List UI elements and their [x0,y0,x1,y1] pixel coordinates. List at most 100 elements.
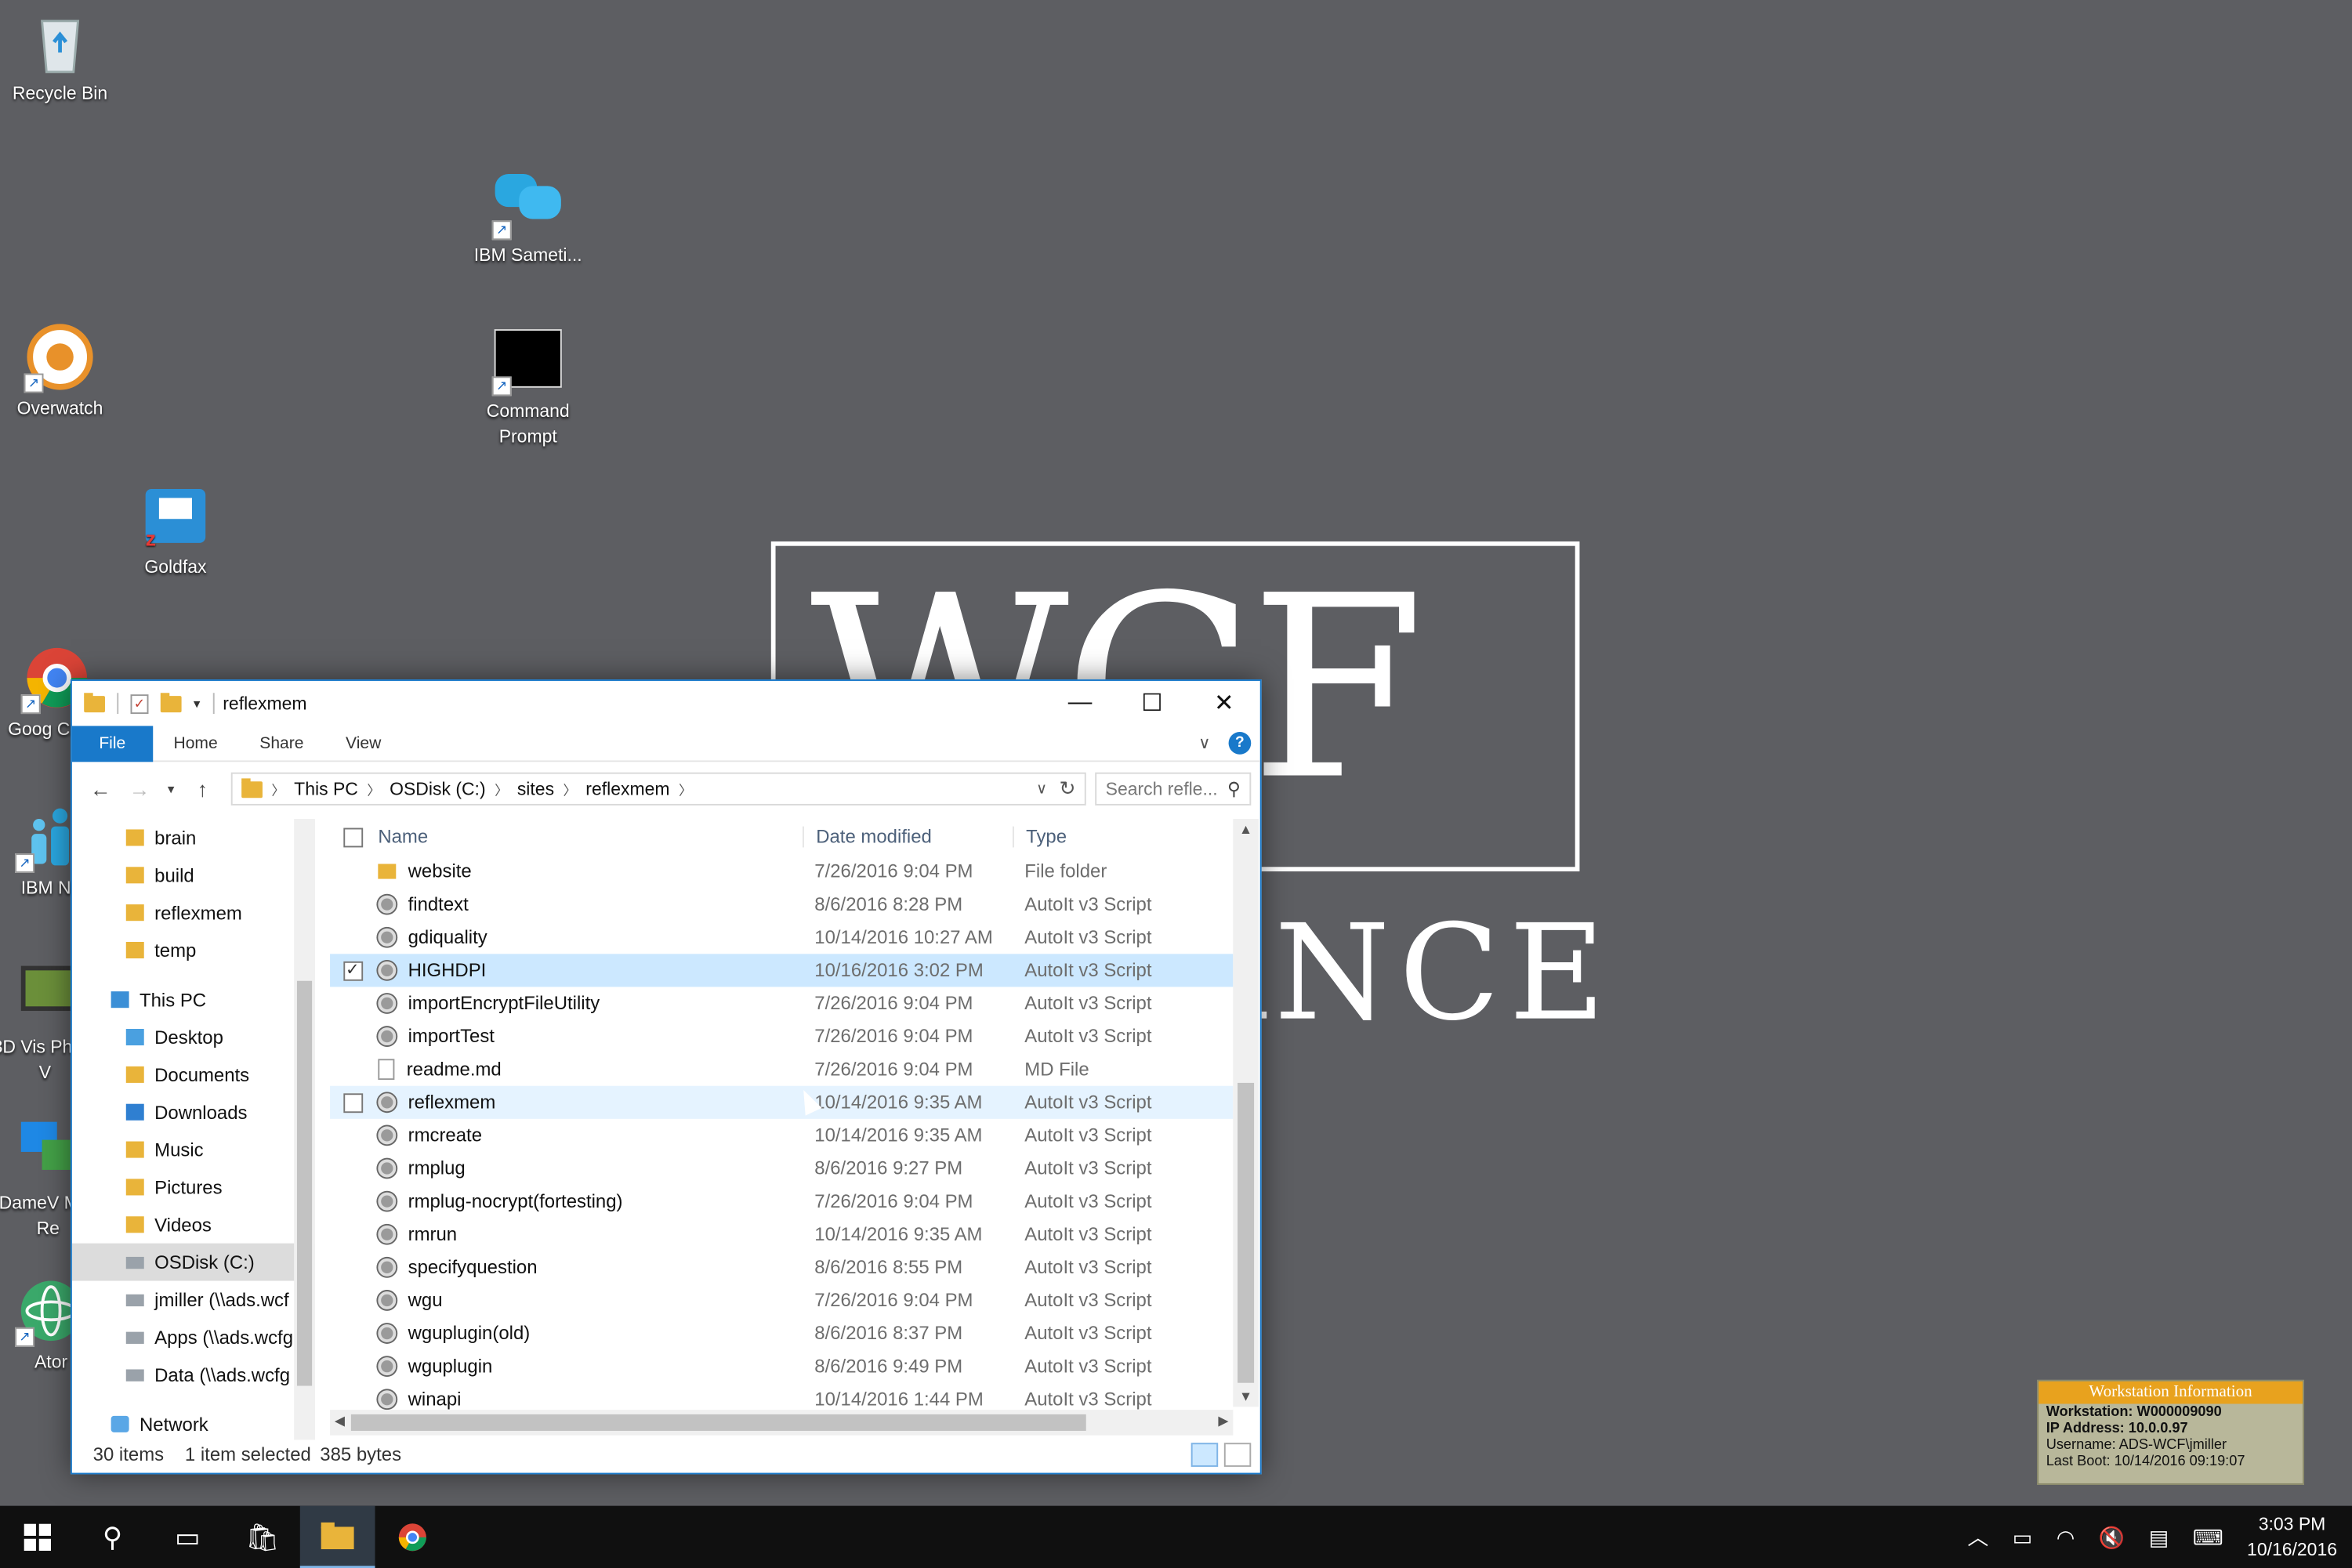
nav-pane-scrollbar[interactable] [294,819,315,1440]
breadcrumb-osdisk[interactable]: OSDisk (C:) [381,778,495,799]
tab-share[interactable]: Share [238,725,324,761]
file-row[interactable]: rmplug 8/6/2016 9:27 PM AutoIt v3 Script [330,1152,1233,1185]
tab-view[interactable]: View [324,725,402,761]
desktop-icon-overwatch[interactable]: ↗ Overwatch [0,321,120,422]
recent-locations-icon[interactable]: ▾ [159,780,183,797]
chevron-right-icon[interactable]: 〉 [679,779,692,798]
chevron-right-icon[interactable]: 〉 [564,779,577,798]
column-header-date[interactable]: Date modified [802,826,1013,848]
pictures-icon [125,1179,144,1196]
search-input[interactable]: Search refle... ⚲ [1095,772,1252,806]
chevron-right-icon[interactable]: 〉 [271,779,284,798]
show-hidden-icons-icon[interactable]: ︿ [1967,1523,1988,1552]
horizontal-scrollbar[interactable]: ◀ ▶ [330,1410,1234,1436]
chevron-down-icon[interactable]: ∨ [1036,780,1047,797]
file-row[interactable]: rmplug-nocrypt(fortesting) 7/26/2016 9:04… [330,1185,1233,1218]
start-button[interactable] [0,1506,75,1568]
file-list-scrollbar[interactable]: ▲ ▼ [1233,819,1259,1407]
search-button[interactable]: ⚲ [75,1506,150,1568]
column-header-name[interactable]: Name [375,827,803,848]
new-folder-icon[interactable] [160,692,182,712]
desktop-icon-ibm-sametime[interactable]: ↗ IBM Sameti... [468,168,588,268]
battery-icon[interactable]: ▭ [2013,1525,2032,1551]
nav-item-jmiller-share[interactable]: jmiller (\\ads.wcf [72,1281,315,1319]
nav-item-brain[interactable]: brain [72,819,315,856]
nav-item-music[interactable]: Music [72,1131,315,1168]
nav-item-network[interactable]: Network [72,1405,315,1439]
nav-item-osdisk[interactable]: OSDisk (C:) [71,1243,315,1281]
nav-item-videos[interactable]: Videos [72,1206,315,1244]
file-row[interactable]: wguplugin 8/6/2016 9:49 PM AutoIt v3 Scrip… [330,1350,1233,1383]
file-row[interactable]: findtext 8/6/2016 8:28 PM AutoIt v3 Script [330,888,1233,921]
nav-item-apps-share[interactable]: Apps (\\ads.wcfg [72,1318,315,1356]
expand-ribbon-icon[interactable]: ∨ [1198,733,1210,753]
file-row[interactable]: rmrun 10/14/2016 9:35 AM AutoIt v3 Script [330,1218,1233,1251]
scrollbar-thumb[interactable] [296,980,313,1386]
action-center-icon[interactable]: ▤ [2149,1525,2169,1551]
scrollbar-thumb[interactable] [350,1414,1086,1431]
file-row[interactable]: rmcreate 10/14/2016 9:35 AM AutoIt v3 Scri… [330,1119,1233,1152]
desktop-icon-recycle-bin[interactable]: Recycle Bin [0,6,120,107]
nav-item-build[interactable]: build [72,856,315,894]
breadcrumb-this-pc[interactable]: This PC [285,778,368,799]
tab-home[interactable]: Home [153,725,239,761]
customize-toolbar-icon[interactable]: ▾ [194,695,201,712]
file-row[interactable]: gdiquality 10/14/2016 10:27 AM AutoIt v3 S… [330,921,1233,954]
file-row[interactable]: wguplugin(old) 8/6/2016 8:37 PM AutoIt v3 … [330,1316,1233,1349]
scroll-right-icon[interactable]: ▶ [1218,1413,1228,1429]
file-row[interactable]: wgu 7/26/2016 9:04 PM AutoIt v3 Script [330,1284,1233,1316]
tab-file[interactable]: File [71,725,153,762]
chrome-taskbar-button[interactable] [375,1506,451,1568]
row-checkbox[interactable]: ✓ [342,960,363,980]
keyboard-icon[interactable]: ⌨ [2193,1525,2223,1551]
file-row[interactable]: reflexmem 10/14/2016 9:35 AM AutoIt v3 Scr… [330,1085,1234,1119]
task-view-button[interactable]: ▭ [150,1506,225,1568]
close-button[interactable]: ✕ [1188,681,1260,726]
address-bar[interactable]: 〉 This PC 〉 OSDisk (C:) 〉 sites 〉 reflex… [230,772,1086,806]
column-header-type[interactable]: Type [1012,826,1233,848]
nav-item-documents[interactable]: Documents [72,1056,315,1093]
scroll-down-icon[interactable]: ▼ [1233,1389,1259,1403]
nav-item-downloads[interactable]: Downloads [72,1093,315,1131]
forward-arrow-icon[interactable]: → [120,777,159,801]
scrollbar-thumb[interactable] [1238,1082,1255,1383]
file-explorer-taskbar-button[interactable] [299,1505,375,1568]
nav-item-desktop[interactable]: Desktop [72,1019,315,1056]
file-name: rmcreate [408,1124,483,1146]
file-row[interactable]: importTest 7/26/2016 9:04 PM AutoIt v3 Scr… [330,1020,1233,1053]
refresh-icon[interactable]: ↻ [1059,777,1075,801]
details-view-icon[interactable] [1190,1443,1219,1467]
row-checkbox[interactable] [342,1092,363,1113]
store-button[interactable]: 🛍 [225,1506,300,1568]
breadcrumb-reflexmem[interactable]: reflexmem [577,778,679,799]
file-row[interactable]: readme.md 7/26/2016 9:04 PM MD File [330,1053,1233,1086]
scroll-up-icon[interactable]: ▲ [1233,822,1259,837]
up-arrow-icon[interactable]: ↑ [183,777,223,801]
chevron-right-icon[interactable]: 〉 [367,779,380,798]
minimize-button[interactable]: — [1044,681,1116,726]
nav-item-pictures[interactable]: Pictures [72,1168,315,1206]
scroll-left-icon[interactable]: ◀ [335,1413,345,1429]
back-arrow-icon[interactable]: ← [81,777,120,801]
desktop-icon-goldfax[interactable]: z Goldfax [115,480,235,580]
title-bar[interactable]: ✓ ▾ reflexmem — ☐ ✕ [72,681,1260,726]
select-all-checkbox[interactable] [342,827,363,847]
file-row[interactable]: website 7/26/2016 9:04 PM File folder [330,855,1233,888]
file-row[interactable]: importEncryptFileUtility 7/26/2016 9:04 P… [330,987,1233,1019]
nav-item-reflexmem[interactable]: reflexmem [72,894,315,932]
clock[interactable]: 3:03 PM 10/16/2016 [2247,1512,2337,1563]
large-icons-view-icon[interactable] [1223,1443,1252,1467]
nav-item-this-pc[interactable]: This PC [72,981,315,1019]
help-icon[interactable]: ? [1228,732,1252,755]
file-row[interactable]: ✓ HIGHDPI 10/16/2016 3:02 PM AutoIt v3 Scri… [330,954,1234,987]
properties-icon[interactable]: ✓ [130,693,149,714]
nav-item-data-share[interactable]: Data (\\ads.wcfg [72,1356,315,1393]
maximize-button[interactable]: ☐ [1116,681,1188,726]
desktop-icon-command-prompt[interactable]: ↗ Command Prompt [468,324,588,450]
nav-item-temp[interactable]: temp [72,932,315,969]
file-row[interactable]: specifyquestion 8/6/2016 8:55 PM AutoIt v3… [330,1251,1233,1284]
breadcrumb-sites[interactable]: sites [508,778,563,799]
volume-muted-icon[interactable]: 🔇 [2099,1525,2125,1551]
wifi-icon[interactable]: ◠ [2057,1525,2075,1551]
chevron-right-icon[interactable]: 〉 [495,779,508,798]
